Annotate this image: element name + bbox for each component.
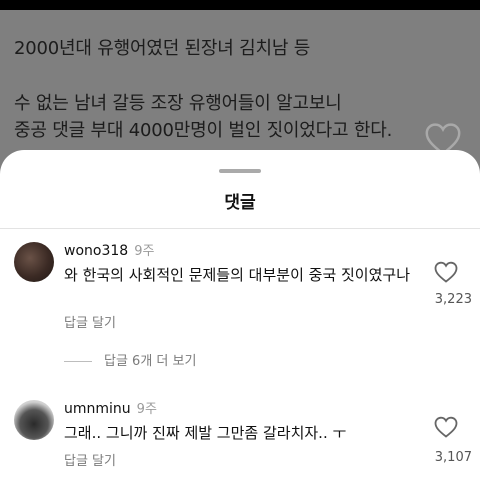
more-replies-label: 답글 6개 더 보기: [104, 354, 197, 369]
view-more-replies[interactable]: 답글 6개 더 보기: [64, 350, 196, 369]
reply-button[interactable]: 답글 달기: [64, 450, 116, 469]
reply-button[interactable]: 답글 달기: [64, 312, 116, 331]
more-replies-line: [64, 361, 92, 362]
comment-username[interactable]: wono318: [64, 243, 128, 259]
post-caption-line-1: 2000년대 유행어였던 된장녀 김치남 등: [14, 38, 311, 59]
heart-outline-icon[interactable]: [434, 261, 458, 283]
post-caption-line-3: 중공 댓글 부대 4000만명이 벌인 짓이었다고 한다.: [14, 120, 393, 141]
status-bar: [0, 0, 480, 10]
avatar[interactable]: [14, 400, 54, 440]
like-count: 3,107: [434, 450, 472, 465]
post-caption: 2000년대 유행어였던 된장녀 김치남 등 수 없는 남녀 갈등 조장 유행어…: [0, 10, 480, 170]
avatar[interactable]: [14, 242, 54, 282]
comment-time: 9주: [134, 244, 155, 259]
comment-text: 와 한국의 사회적인 문제들의 대부분이 중국 짓이였구나: [64, 266, 411, 284]
like-count: 3,223: [434, 292, 472, 307]
comment-username[interactable]: umnminu: [64, 401, 131, 417]
divider: [0, 228, 480, 229]
sheet-title: 댓글: [224, 193, 256, 213]
post-caption-line-2: 수 없는 남녀 갈등 조장 유행어들이 알고보니: [14, 93, 342, 114]
comment-text: 그래.. 그니까 진짜 제발 그만좀 갈라치자.. ㅜ: [64, 424, 347, 442]
comments-sheet: 댓글 wono318 9주 와 한국의 사회적인 문제들의 대부분이 중국 짓이였…: [0, 150, 480, 490]
comment-header: wono318 9주: [64, 240, 154, 259]
heart-outline-icon[interactable]: [434, 416, 458, 438]
comment-header: umnminu 9주: [64, 398, 157, 417]
drag-handle[interactable]: [219, 169, 261, 173]
comment-time: 9주: [136, 402, 157, 417]
